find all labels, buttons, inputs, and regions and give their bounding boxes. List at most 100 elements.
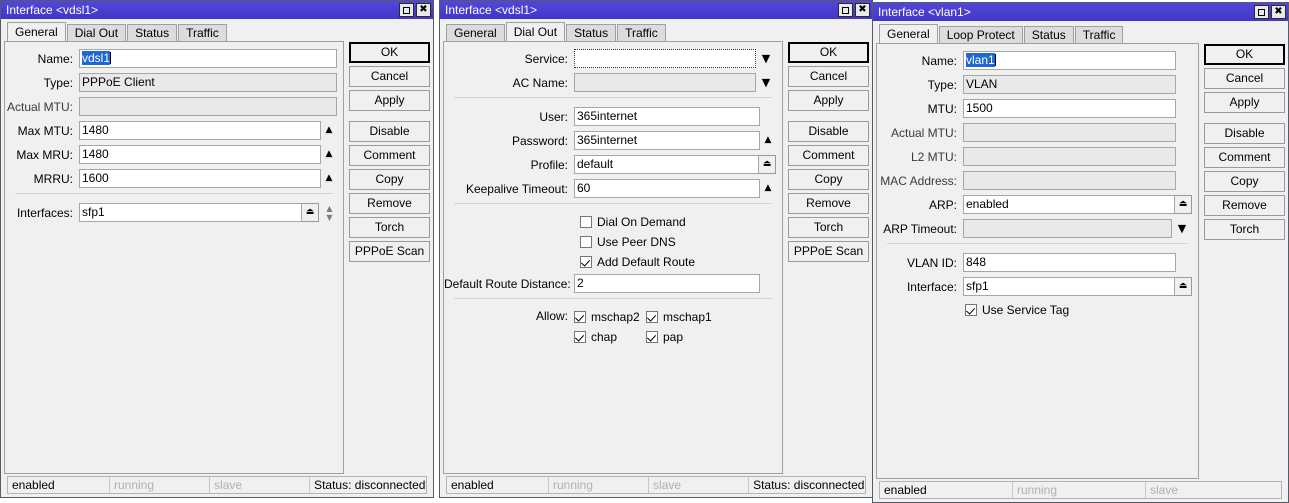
tab-status[interactable]: Status	[566, 24, 617, 41]
close-icon[interactable]: ✖	[1271, 5, 1286, 19]
comment-button[interactable]: Comment	[349, 145, 430, 166]
password-spinner-up-icon[interactable]: ▲	[760, 131, 776, 150]
checkbox-use-service-tag[interactable]: Use Service Tag	[965, 301, 1198, 318]
tab-bar[interactable]: General Loop Protect Status Traffic	[876, 24, 1285, 43]
tab-general[interactable]: General	[7, 22, 66, 41]
titlebar[interactable]: Interface <vdsl1> ✖	[1, 1, 433, 19]
checkbox-mschap1[interactable]: mschap1	[646, 308, 718, 325]
checkbox-mschap2[interactable]: mschap2	[574, 308, 646, 325]
checkbox-add-default-route[interactable]: Add Default Route	[580, 253, 782, 270]
copy-button[interactable]: Copy	[1204, 171, 1285, 192]
add-default-route-checkbox[interactable]	[580, 255, 592, 268]
dial-on-demand-checkbox[interactable]	[580, 215, 592, 228]
keepalive-timeout-input[interactable]: 60	[574, 179, 760, 198]
titlebar[interactable]: Interface <vlan1> ✖	[873, 3, 1288, 21]
checkbox-use-peer-dns[interactable]: Use Peer DNS	[580, 233, 782, 250]
default-route-distance-input[interactable]: 2	[574, 274, 760, 293]
apply-button[interactable]: Apply	[349, 90, 430, 111]
interface-input[interactable]: sfp1	[963, 277, 1175, 296]
window-interface-vdsl1-general[interactable]: Interface <vdsl1> ✖ General Dial Out Sta…	[0, 0, 434, 498]
max-mru-input[interactable]: 1480	[79, 145, 321, 164]
tab-bar[interactable]: General Dial Out Status Traffic	[443, 22, 869, 41]
pppoe-scan-button[interactable]: PPPoE Scan	[788, 241, 869, 262]
interface-dropdown-icon[interactable]: ⏏	[1175, 277, 1192, 296]
tab-traffic[interactable]: Traffic	[178, 24, 227, 41]
maximize-icon[interactable]	[1254, 5, 1269, 19]
arp-dropdown-icon[interactable]: ⏏	[1175, 195, 1192, 214]
mrru-spinner-up-icon[interactable]: ▲	[321, 169, 337, 188]
tab-general[interactable]: General	[879, 24, 938, 43]
chap-checkbox[interactable]	[574, 330, 586, 343]
pap-checkbox[interactable]	[646, 330, 658, 343]
max-mru-spinner-up-icon[interactable]: ▲	[321, 145, 337, 164]
button-column[interactable]: OK Cancel Apply Disable Comment Copy Rem…	[783, 41, 869, 474]
title-buttons[interactable]: ✖	[838, 3, 870, 17]
interfaces-input[interactable]: sfp1	[79, 203, 302, 222]
arp-timeout-input[interactable]	[963, 219, 1172, 238]
ac-name-input[interactable]	[574, 73, 756, 92]
max-mtu-input[interactable]: 1480	[79, 121, 321, 140]
mschap2-checkbox[interactable]	[574, 310, 586, 323]
tab-loop-protect[interactable]: Loop Protect	[938, 26, 1023, 43]
maximize-icon[interactable]	[838, 3, 853, 17]
tab-bar[interactable]: General Dial Out Status Traffic	[4, 22, 430, 41]
ok-button[interactable]: OK	[1204, 44, 1285, 65]
close-icon[interactable]: ✖	[416, 3, 431, 17]
tab-status[interactable]: Status	[1023, 26, 1074, 43]
tab-traffic[interactable]: Traffic	[1074, 26, 1124, 43]
apply-button[interactable]: Apply	[788, 90, 869, 111]
mtu-input[interactable]: 1500	[963, 99, 1176, 118]
torch-button[interactable]: Torch	[788, 217, 869, 238]
ok-button[interactable]: OK	[788, 42, 869, 63]
ok-button[interactable]: OK	[349, 42, 430, 63]
pppoe-scan-button[interactable]: PPPoE Scan	[349, 241, 430, 262]
button-column[interactable]: OK Cancel Apply Disable Comment Copy Rem…	[344, 41, 430, 474]
tab-general[interactable]: General	[446, 24, 505, 41]
vlan-id-input[interactable]: 848	[963, 253, 1176, 272]
apply-button[interactable]: Apply	[1204, 92, 1285, 113]
copy-button[interactable]: Copy	[788, 169, 869, 190]
cancel-button[interactable]: Cancel	[1204, 68, 1285, 89]
remove-button[interactable]: Remove	[788, 193, 869, 214]
checkbox-dial-on-demand[interactable]: Dial On Demand	[580, 213, 782, 230]
interfaces-dropdown-icon[interactable]: ⏏	[302, 203, 319, 222]
profile-dropdown-icon[interactable]: ⏏	[759, 155, 776, 174]
window-interface-vlan1[interactable]: Interface <vlan1> ✖ General Loop Protect…	[872, 2, 1289, 503]
service-input[interactable]	[574, 49, 756, 68]
arp-timeout-dropdown-icon[interactable]: ▼	[1172, 219, 1192, 238]
tab-traffic[interactable]: Traffic	[617, 24, 666, 41]
name-input[interactable]: vlan1	[963, 51, 1176, 70]
remove-button[interactable]: Remove	[349, 193, 430, 214]
close-icon[interactable]: ✖	[855, 3, 870, 17]
max-mtu-spinner-up-icon[interactable]: ▲	[321, 121, 337, 140]
tab-dial-out[interactable]: Dial Out	[505, 22, 566, 41]
profile-input[interactable]: default	[574, 155, 759, 174]
title-buttons[interactable]: ✖	[1254, 5, 1286, 19]
comment-button[interactable]: Comment	[1204, 147, 1285, 168]
checkbox-pap[interactable]: pap	[646, 328, 718, 345]
user-input[interactable]: 365internet	[574, 107, 760, 126]
keepalive-spinner-up-icon[interactable]: ▲	[760, 179, 776, 198]
comment-button[interactable]: Comment	[788, 145, 869, 166]
tab-status[interactable]: Status	[127, 24, 178, 41]
torch-button[interactable]: Torch	[349, 217, 430, 238]
maximize-icon[interactable]	[399, 3, 414, 17]
copy-button[interactable]: Copy	[349, 169, 430, 190]
mrru-input[interactable]: 1600	[79, 169, 321, 188]
title-buttons[interactable]: ✖	[399, 3, 431, 17]
tab-dial-out[interactable]: Dial Out	[66, 24, 127, 41]
disable-button[interactable]: Disable	[1204, 123, 1285, 144]
interfaces-updown-icon[interactable]: ▲ ▼	[319, 204, 337, 222]
arp-input[interactable]: enabled	[963, 195, 1175, 214]
name-input[interactable]: vdsl1	[79, 49, 337, 68]
button-column[interactable]: OK Cancel Apply Disable Comment Copy Rem…	[1199, 43, 1285, 479]
disable-button[interactable]: Disable	[349, 121, 430, 142]
checkbox-chap[interactable]: chap	[574, 328, 646, 345]
service-dropdown-icon[interactable]: ▼	[756, 49, 776, 68]
remove-button[interactable]: Remove	[1204, 195, 1285, 216]
use-service-tag-checkbox[interactable]	[965, 303, 977, 316]
password-input[interactable]: 365internet	[574, 131, 760, 150]
window-interface-vdsl1-dial-out[interactable]: Interface <vdsl1> ✖ General Dial Out Sta…	[439, 0, 873, 498]
cancel-button[interactable]: Cancel	[349, 66, 430, 87]
titlebar[interactable]: Interface <vdsl1> ✖	[440, 1, 872, 19]
